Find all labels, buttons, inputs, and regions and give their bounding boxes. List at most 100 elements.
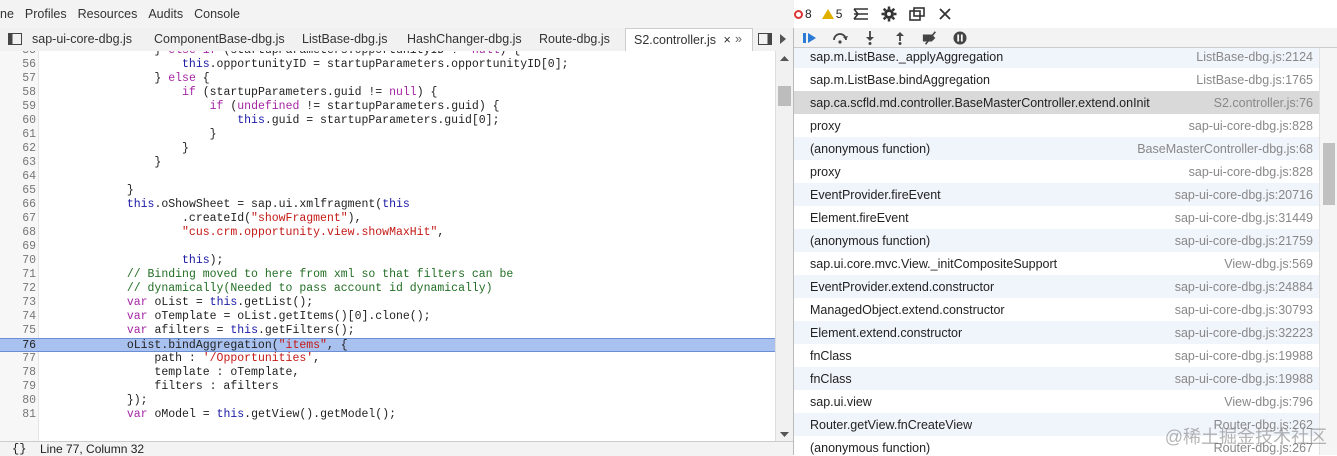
call-frame[interactable]: Element.fireEvent sap-ui-core-dbg.js:3144… [794,206,1319,229]
panel-tab-elements-partial[interactable]: ne [0,7,14,21]
call-frame[interactable]: ManagedObject.extend.constructor sap-ui-c… [794,298,1319,321]
line-number[interactable]: 71 [0,268,36,282]
step-over-icon[interactable] [832,31,848,45]
code-line[interactable]: 67 .createId("showFragment"), [0,212,775,226]
line-number[interactable]: 61 [0,128,36,142]
line-number[interactable]: 64 [0,170,36,184]
call-frame[interactable]: proxy sap-ui-core-dbg.js:828 [794,114,1319,137]
panel-tab-console[interactable]: Console [194,7,240,21]
code-line[interactable]: 71 // Binding moved to here from xml so … [0,268,775,282]
tab-s2-controller[interactable]: S2.controller.js × [625,28,753,51]
sidebar-scroll-thumb[interactable] [1323,143,1335,205]
call-frame-location[interactable]: sap-ui-core-dbg.js:21759 [1175,234,1313,248]
call-frame-location[interactable]: ListBase-dbg.js:2124 [1196,50,1313,64]
call-frame-location[interactable]: BaseMasterController-dbg.js:68 [1137,142,1313,156]
call-frame-location[interactable]: sap-ui-core-dbg.js:30793 [1175,303,1313,317]
line-number[interactable]: 76 [0,339,36,353]
call-frame-location[interactable]: sap-ui-core-dbg.js:24884 [1175,280,1313,294]
call-frame[interactable]: (anonymous function) sap-ui-core-dbg.js:2… [794,229,1319,252]
code-line[interactable]: 75 var afilters = this.getFilters(); [0,324,775,338]
call-frame[interactable]: EventProvider.fireEvent sap-ui-core-dbg.j… [794,183,1319,206]
line-number[interactable]: 74 [0,310,36,324]
call-frame[interactable]: sap.m.ListBase.bindAggregation ListBase-d… [794,68,1319,91]
call-frame[interactable]: sap.ui.core.mvc.View._initCompositeSuppo… [794,252,1319,275]
call-frame-location[interactable]: S2.controller.js:76 [1214,96,1313,110]
tab-hashchanger[interactable]: HashChanger-dbg.js [407,28,522,51]
code-editor[interactable]: 55 } else if (startupParameters.opportun… [0,51,775,449]
tab-sap-ui-core[interactable]: sap-ui-core-dbg.js [32,28,132,51]
code-line[interactable]: 56 this.opportunityID = startupParameter… [0,58,775,72]
line-number[interactable]: 77 [0,352,36,366]
more-tabs-button[interactable]: » [735,28,742,51]
line-number[interactable]: 79 [0,380,36,394]
undock-icon[interactable] [908,6,926,22]
code-line[interactable]: 64 [0,170,775,184]
code-line[interactable]: 63 } [0,156,775,170]
code-line[interactable]: 73 var oList = this.getList(); [0,296,775,310]
settings-gear-icon[interactable] [880,6,898,22]
tab-route[interactable]: Route-dbg.js [539,28,610,51]
call-frame-location[interactable]: sap-ui-core-dbg.js:32223 [1175,326,1313,340]
panel-tab-profiles[interactable]: Profiles [25,7,67,21]
scroll-down-arrow-icon[interactable] [780,432,789,438]
resume-icon[interactable] [802,31,818,45]
call-frame[interactable]: Element.extend.constructor sap-ui-core-db… [794,321,1319,344]
deactivate-breakpoints-icon[interactable] [922,30,938,45]
line-number[interactable]: 75 [0,324,36,338]
close-tab-icon[interactable]: × [723,33,730,47]
call-frame-location[interactable]: sap-ui-core-dbg.js:31449 [1175,211,1313,225]
call-frame[interactable]: sap.m.ListBase._applyAggregation ListBase… [794,48,1319,68]
toggle-debugger-sidebar-icon[interactable] [758,28,772,51]
code-line[interactable]: 74 var oTemplate = oList.getItems()[0].c… [0,310,775,324]
code-line[interactable]: 61 } [0,128,775,142]
error-count-badge[interactable]: 8 [794,7,812,21]
code-line[interactable]: 59 if (undefined != startupParameters.gu… [0,100,775,114]
line-number[interactable]: 59 [0,100,36,114]
call-frame-location[interactable]: sap-ui-core-dbg.js:19988 [1175,372,1313,386]
code-line[interactable]: 66 this.oShowSheet = sap.ui.xmlfragment(… [0,198,775,212]
code-line[interactable]: 55 } else if (startupParameters.opportun… [0,51,775,58]
line-number[interactable]: 62 [0,142,36,156]
line-number[interactable]: 55 [0,51,36,58]
call-frame[interactable]: (anonymous function) BaseMasterController… [794,137,1319,160]
line-number[interactable]: 58 [0,86,36,100]
step-out-icon[interactable] [892,31,908,45]
line-number[interactable]: 60 [0,114,36,128]
code-line[interactable]: 80 }); [0,394,775,408]
line-number[interactable]: 68 [0,226,36,240]
call-frame[interactable]: EventProvider.extend.constructor sap-ui-c… [794,275,1319,298]
code-line[interactable]: 58 if (startupParameters.guid != null) { [0,86,775,100]
code-line[interactable]: 68 "cus.crm.opportunity.view.showMaxHit"… [0,226,775,240]
tab-componentbase[interactable]: ComponentBase-dbg.js [154,28,285,51]
vertical-scrollbar[interactable] [775,51,793,449]
warning-count-badge[interactable]: 5 [821,7,842,21]
tab-listbase[interactable]: ListBase-dbg.js [302,28,387,51]
console-drawer-icon[interactable] [852,6,870,22]
code-line[interactable]: 60 this.guid = startupParameters.guid[0]… [0,114,775,128]
call-frame[interactable]: fnClass sap-ui-core-dbg.js:19988 [794,367,1319,390]
step-into-icon[interactable] [862,30,878,45]
call-frame-location[interactable]: sap-ui-core-dbg.js:19988 [1175,349,1313,363]
call-frame-location[interactable]: View-dbg.js:569 [1224,257,1313,271]
call-frame[interactable]: sap.ui.view View-dbg.js:796 [794,390,1319,413]
close-devtools-icon[interactable] [936,6,954,22]
call-frame-selected[interactable]: sap.ca.scfld.md.controller.BaseMasterCon… [794,91,1319,114]
line-number[interactable]: 63 [0,156,36,170]
call-frame-location[interactable]: sap-ui-core-dbg.js:828 [1189,119,1313,133]
line-number[interactable]: 67 [0,212,36,226]
panel-tab-audits[interactable]: Audits [148,7,183,21]
panel-tab-resources[interactable]: Resources [78,7,138,21]
code-line[interactable]: 77 path : '/Opportunities', [0,352,775,366]
code-line[interactable]: 79 filters : afilters [0,380,775,394]
call-frame-location[interactable]: View-dbg.js:796 [1224,395,1313,409]
pretty-print-icon[interactable]: {} [12,442,26,456]
line-number[interactable]: 56 [0,58,36,72]
code-line[interactable]: 65 } [0,184,775,198]
toggle-navigator-icon[interactable] [8,28,24,51]
line-number[interactable]: 65 [0,184,36,198]
scroll-up-arrow-icon[interactable] [780,55,789,61]
line-number[interactable]: 72 [0,282,36,296]
code-line[interactable]: 69 [0,240,775,254]
pause-on-exceptions-icon[interactable] [952,31,968,45]
code-line[interactable]: 70 this); [0,254,775,268]
